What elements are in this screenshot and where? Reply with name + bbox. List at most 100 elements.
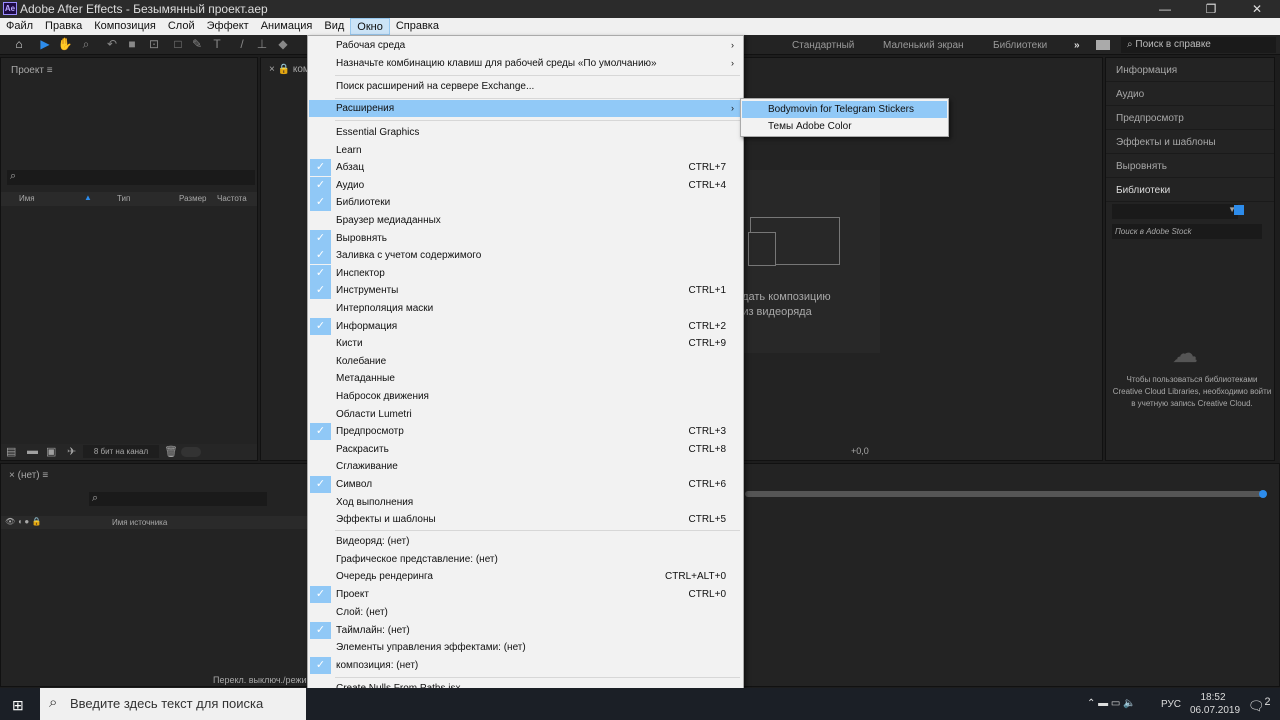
bit-depth-button[interactable]: 8 бит на канал [83, 445, 159, 458]
selection-tool-icon[interactable]: ▶ [37, 37, 53, 53]
menu-item-panel[interactable]: ✓ Инспектор [309, 264, 742, 282]
library-dropdown[interactable]: ▼ [1112, 204, 1238, 219]
language-indicator[interactable]: РУС [1161, 699, 1181, 710]
close-tab-icon[interactable]: × [9, 470, 18, 481]
eraser-tool-icon[interactable]: ◆ [275, 37, 291, 53]
home-icon[interactable]: ⌂ [11, 37, 27, 53]
menu-item-panel[interactable]: Браузер медиаданных [309, 212, 742, 229]
rectangle-tool-icon[interactable]: □ [170, 37, 186, 53]
menu-item-viewer[interactable]: ✓ Таймлайн: (нет) [309, 621, 742, 639]
menu-item-panel[interactable]: Области Lumetri [309, 406, 742, 423]
notifications-icon[interactable]: 🗨2 [1248, 696, 1271, 714]
pen-tool-icon[interactable]: ✎ [189, 37, 205, 53]
clone-stamp-tool-icon[interactable]: ⊥ [254, 37, 270, 53]
panel-menu-icon[interactable]: ≡ [47, 65, 53, 76]
menu-item-viewer[interactable]: Элементы управления эффектами: (нет) [309, 639, 742, 656]
clock[interactable]: 18:52 06.07.2019 [1190, 691, 1240, 717]
menu-2[interactable]: Композиция [88, 18, 162, 35]
menu-item-exchange[interactable]: Поиск расширений на сервере Exchange... [309, 78, 742, 95]
column-type[interactable]: Тип [117, 194, 130, 203]
workspace-libraries[interactable]: Библиотеки [993, 40, 1047, 51]
close-button[interactable]: ✕ [1234, 0, 1280, 18]
flowchart-toggle[interactable] [181, 447, 201, 457]
new-composition-icon[interactable]: ▣ [46, 445, 56, 458]
brush-tool-icon[interactable]: / [234, 37, 250, 53]
workspace-small-screen[interactable]: Маленький экран [883, 40, 964, 51]
pan-behind-tool-icon[interactable]: ⊡ [146, 37, 162, 53]
menu-item-panel[interactable]: Сглаживание [309, 458, 742, 475]
menu-item-viewer[interactable]: ✓ Проект CTRL+0 [309, 586, 742, 604]
menu-item-panel[interactable]: ✓ Инструменты CTRL+1 [309, 282, 742, 300]
menu-item-extensions[interactable]: Расширения › [309, 100, 742, 117]
panel-tab-3[interactable]: Эффекты и шаблоны [1106, 130, 1274, 154]
menu-item-panel[interactable]: ✓ Заливка с учетом содержимого [309, 247, 742, 265]
menu-item-viewer[interactable]: Слой: (нет) [309, 604, 742, 621]
menu-3[interactable]: Слой [162, 18, 201, 35]
menu-item-panel[interactable]: ✓ Выровнять [309, 229, 742, 247]
menu-item-viewer[interactable]: Графическое представление: (нет) [309, 551, 742, 568]
zoom-tool-icon[interactable]: ⌕ [78, 37, 94, 53]
menu-item-panel[interactable]: Learn [309, 142, 742, 159]
panel-tab-1[interactable]: Аудио [1106, 82, 1274, 106]
interpret-footage-icon[interactable]: ▤ [6, 445, 16, 458]
panel-menu-icon[interactable]: ≡ [42, 470, 48, 481]
menu-item-panel[interactable]: Раскрасить CTRL+8 [309, 441, 742, 458]
menu-item-panel[interactable]: ✓ Абзац CTRL+7 [309, 159, 742, 177]
new-folder-icon[interactable]: ▬ [27, 445, 38, 457]
render-queue-icon[interactable]: ✈ [67, 445, 76, 458]
help-search-input[interactable]: ⌕ Поиск в справке [1121, 37, 1276, 53]
menu-item-assign-shortcut[interactable]: Назначьте комбинацию клавиш для рабочей … [309, 55, 742, 72]
menu-item-viewer[interactable]: Очередь рендеринга CTRL+ALT+0 [309, 568, 742, 585]
menu-item-panel[interactable]: ✓ Библиотеки [309, 194, 742, 212]
menu-0[interactable]: Файл [0, 18, 39, 35]
timeline-search-input[interactable]: ⌕ [89, 492, 267, 506]
text-tool-icon[interactable]: T [209, 37, 225, 53]
workspace-standard[interactable]: Стандартный [792, 40, 854, 51]
workspace-layout-icon[interactable] [1096, 40, 1110, 50]
menu-item-panel[interactable]: Набросок движения [309, 388, 742, 405]
hand-tool-icon[interactable]: ✋ [57, 37, 73, 53]
menu-item-panel[interactable]: ✓ Аудио CTRL+4 [309, 176, 742, 194]
menu-item-panel[interactable]: Essential Graphics [309, 124, 742, 141]
rotate-tool-icon[interactable]: ↶ [104, 37, 120, 53]
menu-item-adobe-color-themes[interactable]: Темы Adobe Color [742, 118, 947, 135]
menu-7[interactable]: Окно [350, 18, 390, 35]
menu-item-panel[interactable]: Колебание [309, 353, 742, 370]
windows-start-icon[interactable]: ⊞ [12, 697, 24, 714]
panel-tab-5[interactable]: Библиотеки [1106, 178, 1274, 202]
menu-item-viewer[interactable]: ✓ композиция: (нет) [309, 656, 742, 674]
menu-item-panel[interactable]: Эффекты и шаблоны CTRL+5 [309, 511, 742, 528]
menu-item-bodymovin[interactable]: Bodymovin for Telegram Stickers [742, 101, 947, 118]
stock-search-input[interactable]: Поиск в Adobe Stock [1112, 224, 1262, 239]
menu-item-viewer[interactable]: Видеоряд: (нет) [309, 533, 742, 550]
menu-item-panel[interactable]: Ход выполнения [309, 494, 742, 511]
panel-tab-0[interactable]: Информация [1106, 58, 1274, 82]
menu-6[interactable]: Вид [318, 18, 350, 35]
menu-8[interactable]: Справка [390, 18, 445, 35]
toggle-switches-modes[interactable]: Перекл. выключ./режи [213, 675, 307, 685]
panel-tab-4[interactable]: Выровнять [1106, 154, 1274, 178]
panel-tab-2[interactable]: Предпросмотр [1106, 106, 1274, 130]
column-framerate[interactable]: Частота [217, 194, 247, 203]
menu-item-panel[interactable]: ✓ Предпросмотр CTRL+3 [309, 423, 742, 441]
column-name[interactable]: Имя [19, 194, 35, 203]
menu-item-workspace[interactable]: Рабочая среда › [309, 37, 742, 54]
timeline-tab[interactable]: (нет) [18, 470, 40, 481]
menu-item-panel[interactable]: Кисти CTRL+9 [309, 335, 742, 352]
project-search-input[interactable]: ⌕ [7, 170, 255, 185]
menu-item-panel[interactable]: Метаданные [309, 370, 742, 387]
minimize-button[interactable]: — [1142, 0, 1188, 18]
menu-item-panel[interactable]: ✓ Информация CTRL+2 [309, 317, 742, 335]
work-area-end-handle[interactable] [1259, 490, 1267, 498]
exposure-value[interactable]: +0,0 [851, 446, 869, 456]
camera-tool-icon[interactable]: ■ [124, 37, 140, 53]
menu-4[interactable]: Эффект [201, 18, 255, 35]
menu-1[interactable]: Правка [39, 18, 88, 35]
maximize-button[interactable]: ❐ [1188, 0, 1234, 18]
taskbar-search-input[interactable]: ⌕ Введите здесь текст для поиска [40, 688, 306, 720]
trash-icon[interactable]: 🗑 [164, 445, 178, 458]
menu-5[interactable]: Анимация [255, 18, 319, 35]
tray-icons[interactable]: ⌃ ▬ ▭ 🔈 [1087, 698, 1136, 709]
source-name-column[interactable]: Имя источника [112, 518, 167, 527]
work-area-bar[interactable] [745, 491, 1265, 497]
